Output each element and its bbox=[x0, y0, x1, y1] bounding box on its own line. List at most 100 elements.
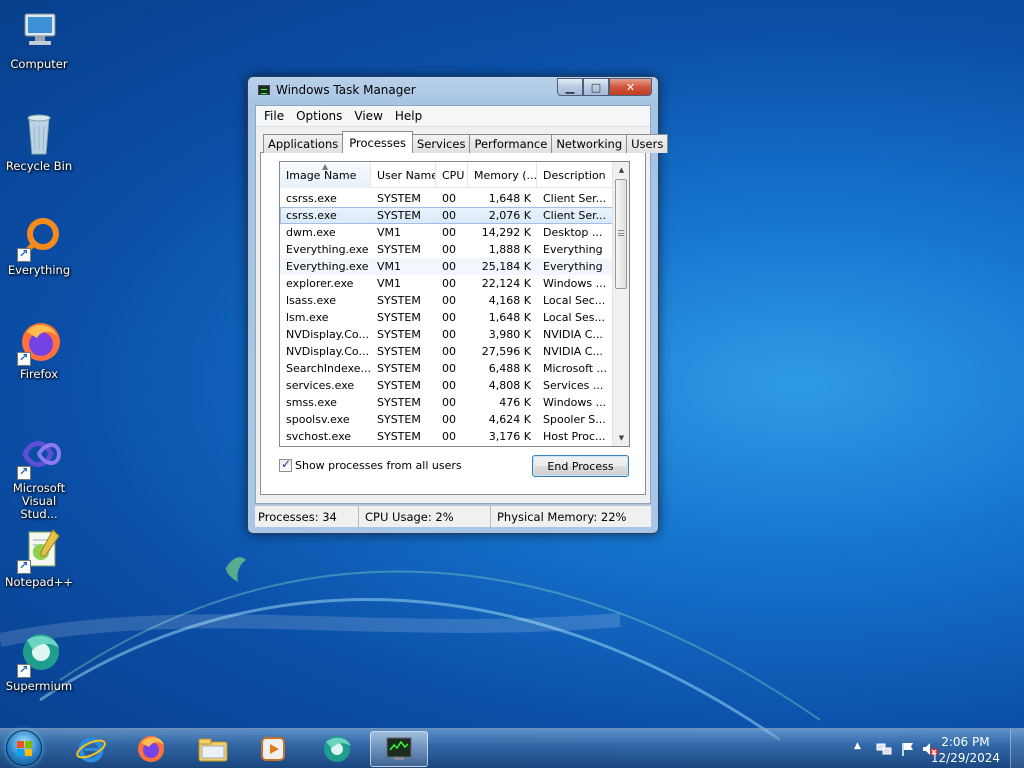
column-description[interactable]: Description bbox=[537, 162, 613, 188]
column-image-name[interactable]: ▲ Image Name bbox=[280, 162, 371, 188]
process-image-name: SearchIndexe... bbox=[286, 362, 371, 375]
process-description: Windows ... bbox=[543, 277, 607, 290]
table-row[interactable]: services.exe SYSTEM 00 4,808 K Services ... bbox=[280, 377, 613, 394]
process-cpu: 00 bbox=[442, 328, 456, 341]
clock-date: 12/29/2024 bbox=[930, 751, 1000, 765]
column-memory[interactable]: Memory (... bbox=[468, 162, 537, 188]
table-row[interactable]: spoolsv.exe SYSTEM 00 4,624 K Spooler S... bbox=[280, 411, 613, 428]
desktop-icon-supermium[interactable]: Supermium bbox=[0, 630, 78, 693]
process-user-name: SYSTEM bbox=[377, 294, 421, 307]
status-physical-memory: Physical Memory: 22% bbox=[497, 510, 627, 524]
show-hidden-icons-arrow-icon[interactable]: ▲ bbox=[854, 741, 861, 751]
desktop-icon-everything[interactable]: Everything bbox=[0, 214, 78, 277]
desktop-icon-computer[interactable]: Computer bbox=[0, 8, 78, 71]
start-button[interactable] bbox=[6, 730, 46, 768]
table-row[interactable]: Everything.exe SYSTEM 00 1,888 K Everything bbox=[280, 241, 613, 258]
process-description: Microsoft ... bbox=[543, 362, 608, 375]
recycle-bin-icon bbox=[15, 110, 63, 158]
table-row[interactable]: svchost.exe SYSTEM 00 3,176 K Host Proc... bbox=[280, 428, 613, 445]
taskbar-firefox[interactable] bbox=[122, 731, 180, 767]
tab-processes[interactable]: Processes bbox=[342, 131, 413, 153]
table-row[interactable]: Everything.exe VM1 00 25,184 K Everything bbox=[280, 258, 613, 275]
show-all-users-checkbox[interactable] bbox=[279, 457, 292, 472]
process-description: Windows ... bbox=[543, 396, 607, 409]
process-description: Host Proc... bbox=[543, 430, 606, 443]
table-row[interactable]: lsass.exe SYSTEM 00 4,168 K Local Sec... bbox=[280, 292, 613, 309]
process-user-name: SYSTEM bbox=[377, 413, 421, 426]
process-image-name: Everything.exe bbox=[286, 243, 369, 256]
show-all-users-toggle[interactable]: Show processes from all users bbox=[279, 457, 462, 472]
clock[interactable]: 2:06 PM 12/29/2024 bbox=[931, 734, 1000, 766]
process-user-name: SYSTEM bbox=[377, 192, 421, 205]
end-process-button[interactable]: End Process bbox=[532, 455, 629, 477]
process-cpu: 00 bbox=[442, 226, 456, 239]
taskbar-media-player[interactable] bbox=[244, 731, 302, 767]
taskbar-internet-explorer[interactable] bbox=[62, 731, 120, 767]
windows-logo-icon bbox=[6, 730, 42, 766]
table-row[interactable]: csrss.exe SYSTEM 00 1,648 K Client Ser... bbox=[280, 190, 613, 207]
task-manager-icon bbox=[258, 85, 270, 95]
process-image-name: NVDisplay.Co... bbox=[286, 328, 369, 341]
table-row[interactable]: lsm.exe SYSTEM 00 1,648 K Local Ses... bbox=[280, 309, 613, 326]
process-user-name: SYSTEM bbox=[377, 328, 421, 341]
scroll-down-arrow-icon[interactable]: ▼ bbox=[613, 430, 629, 446]
process-image-name: explorer.exe bbox=[286, 277, 354, 290]
task-manager-window[interactable]: Windows Task Manager ▁ □ ✕ File Options … bbox=[247, 76, 669, 534]
table-row[interactable]: NVDisplay.Co... SYSTEM 00 3,980 K NVIDIA C..… bbox=[280, 326, 613, 343]
desktop-icon-label: Notepad++ bbox=[4, 575, 74, 589]
maximize-button[interactable]: □ bbox=[583, 78, 609, 96]
close-icon: ✕ bbox=[625, 80, 636, 94]
processes-panel: ▲ Image Name User Name CPU Memory (... De… bbox=[260, 152, 646, 495]
vertical-scrollbar[interactable]: ▲ ▼ bbox=[612, 162, 629, 446]
taskbar-file-explorer[interactable] bbox=[184, 731, 242, 767]
scroll-up-arrow-icon[interactable]: ▲ bbox=[613, 162, 629, 178]
menu-options[interactable]: Options bbox=[290, 109, 348, 123]
process-memory: 1,888 K bbox=[488, 243, 531, 256]
table-row[interactable]: smss.exe SYSTEM 00 476 K Windows ... bbox=[280, 394, 613, 411]
process-user-name: SYSTEM bbox=[377, 311, 421, 324]
firefox-icon bbox=[138, 736, 164, 762]
process-memory: 476 K bbox=[499, 396, 531, 409]
process-memory: 1,648 K bbox=[488, 192, 531, 205]
process-list-header: ▲ Image Name User Name CPU Memory (... De… bbox=[280, 162, 613, 188]
tab-services[interactable]: Services bbox=[411, 134, 471, 153]
menu-file[interactable]: File bbox=[258, 109, 290, 123]
table-row[interactable]: csrss.exe SYSTEM 00 2,076 K Client Ser... bbox=[280, 207, 613, 224]
process-cpu: 00 bbox=[442, 396, 456, 409]
tab-users[interactable]: Users bbox=[626, 134, 669, 153]
taskbar-task-manager[interactable] bbox=[370, 731, 428, 767]
tab-networking[interactable]: Networking bbox=[551, 134, 628, 153]
table-row[interactable]: NVDisplay.Co... SYSTEM 00 27,596 K NVIDIA C.… bbox=[280, 343, 613, 360]
show-all-users-label: Show processes from all users bbox=[295, 459, 462, 472]
column-cpu[interactable]: CPU bbox=[436, 162, 468, 188]
process-image-name: spoolsv.exe bbox=[286, 413, 350, 426]
table-row[interactable]: dwm.exe VM1 00 14,292 K Desktop ... bbox=[280, 224, 613, 241]
minimize-button[interactable]: ▁ bbox=[557, 78, 583, 96]
menu-help[interactable]: Help bbox=[389, 109, 428, 123]
desktop-icon-recycle-bin[interactable]: Recycle Bin bbox=[0, 110, 78, 173]
process-list[interactable]: ▲ Image Name User Name CPU Memory (... De… bbox=[279, 161, 630, 447]
scroll-thumb[interactable] bbox=[615, 179, 627, 289]
menu-view[interactable]: View bbox=[348, 109, 388, 123]
clock-time: 2:06 PM bbox=[941, 735, 990, 749]
process-memory: 6,488 K bbox=[488, 362, 531, 375]
show-desktop-button[interactable] bbox=[1010, 729, 1024, 768]
action-center-flag-icon[interactable] bbox=[900, 741, 916, 757]
desktop-icon-firefox[interactable]: Firefox bbox=[0, 318, 78, 381]
tab-applications[interactable]: Applications bbox=[263, 134, 344, 153]
tab-performance[interactable]: Performance bbox=[469, 134, 553, 153]
close-button[interactable]: ✕ bbox=[609, 78, 652, 96]
desktop-icon-notepadpp[interactable]: Notepad++ bbox=[0, 526, 78, 589]
supermium-icon bbox=[324, 736, 351, 762]
title-bar[interactable]: Windows Task Manager ▁ □ ✕ bbox=[248, 77, 658, 105]
process-description: Spooler S... bbox=[543, 413, 606, 426]
table-row[interactable]: SearchIndexe... SYSTEM 00 6,488 K Microsoft … bbox=[280, 360, 613, 377]
window-title: Windows Task Manager bbox=[276, 83, 416, 97]
column-user-name[interactable]: User Name bbox=[371, 162, 436, 188]
network-icon[interactable] bbox=[876, 741, 892, 757]
process-image-name: dwm.exe bbox=[286, 226, 336, 239]
taskbar-supermium[interactable] bbox=[308, 731, 366, 767]
desktop-icon-visual-studio[interactable]: Microsoft Visual Stud... bbox=[0, 432, 78, 521]
process-description: Desktop ... bbox=[543, 226, 603, 239]
table-row[interactable]: explorer.exe VM1 00 22,124 K Windows ... bbox=[280, 275, 613, 292]
